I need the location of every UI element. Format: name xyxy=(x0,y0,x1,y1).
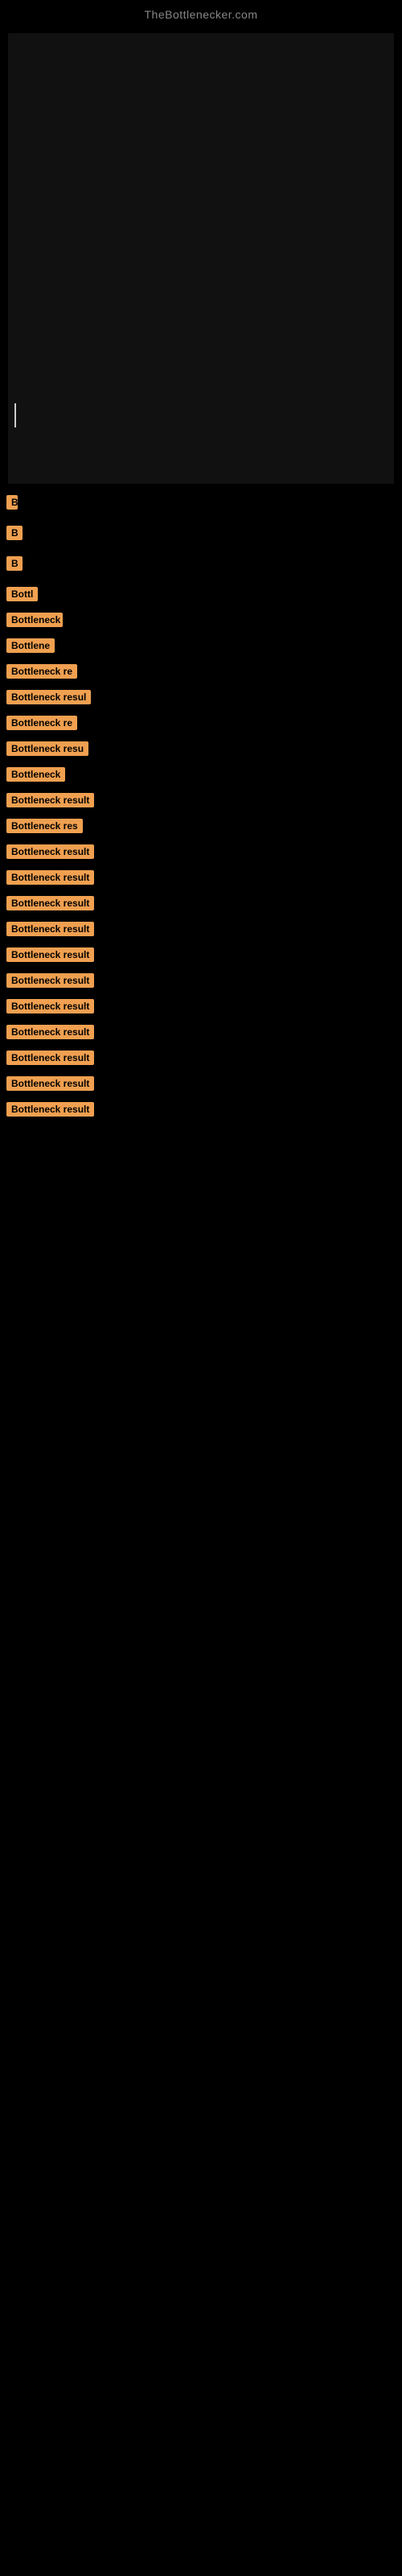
bottleneck-label-18: Bottleneck result xyxy=(6,947,94,962)
chart-area xyxy=(8,33,394,484)
bottleneck-label-9: Bottleneck re xyxy=(6,716,77,730)
bottleneck-label-13: Bottleneck res xyxy=(6,819,83,833)
label-row-1: B xyxy=(3,492,402,513)
label-row-8: Bottleneck resul xyxy=(3,687,402,708)
label-row-12: Bottleneck result xyxy=(3,790,402,811)
bottleneck-label-15: Bottleneck result xyxy=(6,870,94,885)
bottleneck-label-14: Bottleneck result xyxy=(6,844,94,859)
label-row-10: Bottleneck resu xyxy=(3,738,402,759)
label-row-20: Bottleneck result xyxy=(3,996,402,1017)
label-row-19: Bottleneck result xyxy=(3,970,402,991)
bottleneck-label-1: B xyxy=(6,495,18,510)
bottleneck-label-3: B xyxy=(6,556,23,571)
bottleneck-label-8: Bottleneck resul xyxy=(6,690,91,704)
label-row-4: Bottl xyxy=(3,584,402,605)
label-row-3: B xyxy=(3,553,402,574)
site-title: TheBottlenecker.com xyxy=(0,0,402,25)
bottleneck-label-4: Bottl xyxy=(6,587,38,601)
label-row-23: Bottleneck result xyxy=(3,1073,402,1094)
labels-section: B B B Bottl Bottleneck Bottlene Bottleneck re B… xyxy=(0,492,402,1125)
label-row-18: Bottleneck result xyxy=(3,944,402,965)
label-row-9: Bottleneck re xyxy=(3,712,402,733)
bottleneck-label-22: Bottleneck result xyxy=(6,1051,94,1065)
label-row-6: Bottlene xyxy=(3,635,402,656)
bottleneck-label-16: Bottleneck result xyxy=(6,896,94,910)
bottleneck-label-21: Bottleneck result xyxy=(6,1025,94,1039)
bottleneck-label-11: Bottleneck xyxy=(6,767,65,782)
bottleneck-label-5: Bottleneck xyxy=(6,613,63,627)
label-row-16: Bottleneck result xyxy=(3,893,402,914)
label-row-22: Bottleneck result xyxy=(3,1047,402,1068)
bottleneck-label-17: Bottleneck result xyxy=(6,922,94,936)
bottleneck-label-2: B xyxy=(6,526,23,540)
label-row-7: Bottleneck re xyxy=(3,661,402,682)
bottleneck-label-10: Bottleneck resu xyxy=(6,741,88,756)
bottleneck-label-6: Bottlene xyxy=(6,638,55,653)
cursor-line xyxy=(14,403,16,427)
bottleneck-label-20: Bottleneck result xyxy=(6,999,94,1013)
label-row-5: Bottleneck xyxy=(3,609,402,630)
label-row-24: Bottleneck result xyxy=(3,1099,402,1120)
bottleneck-label-19: Bottleneck result xyxy=(6,973,94,988)
label-row-2: B xyxy=(3,522,402,543)
label-row-15: Bottleneck result xyxy=(3,867,402,888)
bottleneck-label-23: Bottleneck result xyxy=(6,1076,94,1091)
label-row-14: Bottleneck result xyxy=(3,841,402,862)
label-row-13: Bottleneck res xyxy=(3,815,402,836)
label-row-17: Bottleneck result xyxy=(3,919,402,939)
bottleneck-label-24: Bottleneck result xyxy=(6,1102,94,1117)
label-row-11: Bottleneck xyxy=(3,764,402,785)
label-row-21: Bottleneck result xyxy=(3,1022,402,1042)
bottleneck-label-7: Bottleneck re xyxy=(6,664,77,679)
bottleneck-label-12: Bottleneck result xyxy=(6,793,94,807)
